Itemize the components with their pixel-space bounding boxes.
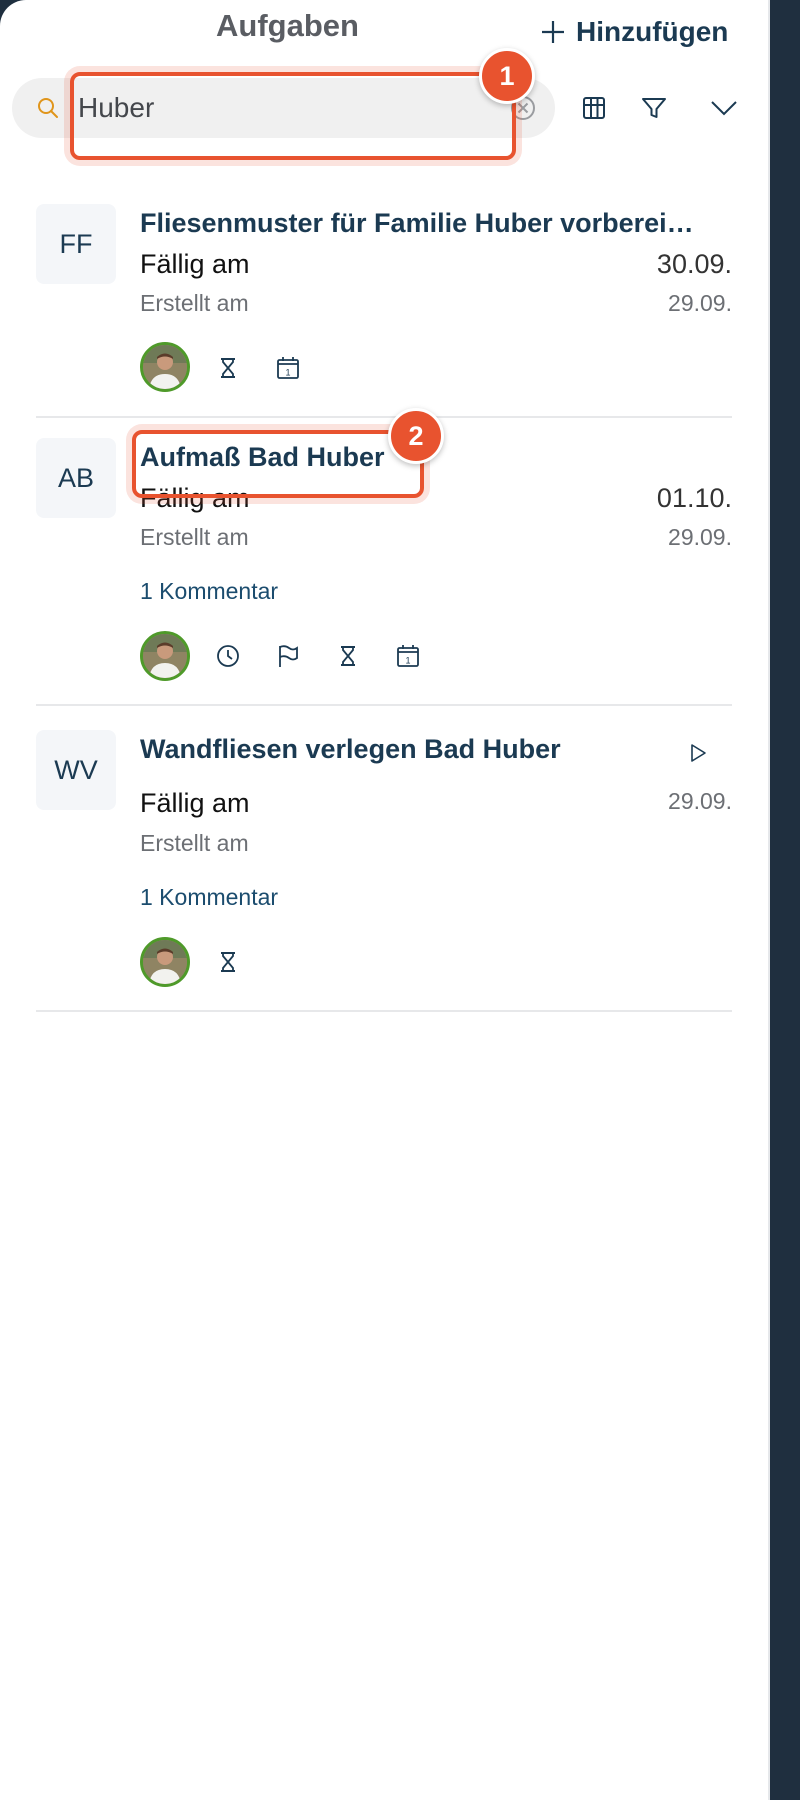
created-date: 29.09. [668,524,732,550]
task-item[interactable]: AB Aufmaß Bad Huber Fällig am 01.10. Ers… [36,438,732,706]
task-item[interactable]: WV Wandfliesen verlegen Bad Huber Fällig… [36,730,732,1012]
header: Aufgaben Hinzufügen [0,0,768,60]
page-title: Aufgaben [216,8,359,43]
hourglass-icon [221,358,235,378]
task-title[interactable]: Wandfliesen verlegen Bad Huber [140,734,660,765]
due-label: Fällig am [140,788,250,818]
created-label: Erstellt am [140,290,249,316]
calendar-icon: 1 [397,645,419,667]
task-initials: FF [36,204,116,284]
clock-icon [217,645,239,667]
annotation-badge-1: 1 [479,48,535,104]
due-date: 01.10. [656,483,732,513]
avatar[interactable] [140,937,190,987]
task-initials: WV [36,730,116,810]
due-date: 30.09. [656,249,732,279]
avatar-image [143,634,187,678]
play-icon[interactable] [684,740,710,766]
add-task-button[interactable]: Hinzufügen [540,12,728,52]
calendar-icon: 1 [277,357,299,379]
search-input[interactable] [78,88,498,128]
hourglass-icon [221,952,235,972]
due-label: Fällig am [140,249,250,279]
svg-text:1: 1 [405,656,410,666]
task-item[interactable]: FF Fliesenmuster für Familie Huber vorbe… [36,204,732,418]
avatar-image [143,345,187,389]
created-date: 29.09. [668,290,732,316]
search-icon [38,98,58,118]
add-task-label: Hinzufügen [576,16,729,47]
avatar[interactable] [140,631,190,681]
plus-icon [542,21,564,43]
created-label: Erstellt am [140,524,249,550]
svg-text:1: 1 [285,368,290,378]
created-label: Erstellt am [140,830,249,856]
table-view-icon[interactable] [576,90,612,126]
task-title[interactable]: Fliesenmuster für Familie Huber vorberei… [140,208,730,239]
hourglass-icon [341,646,355,666]
task-initials: AB [36,438,116,518]
tasks-panel: Aufgaben Hinzufügen 1 [0,0,770,1800]
due-label: Fällig am [140,483,250,513]
filter-icon[interactable] [636,90,672,126]
comments-link[interactable]: 1 Kommentar [140,578,278,605]
avatar[interactable] [140,342,190,392]
created-date: 29.09. [668,788,732,814]
chevron-down-icon[interactable] [706,90,742,126]
search-bar[interactable] [12,78,555,138]
comments-link[interactable]: 1 Kommentar [140,884,278,911]
flag-icon [279,645,298,667]
avatar-image [143,940,187,984]
annotation-badge-2: 2 [388,408,444,464]
